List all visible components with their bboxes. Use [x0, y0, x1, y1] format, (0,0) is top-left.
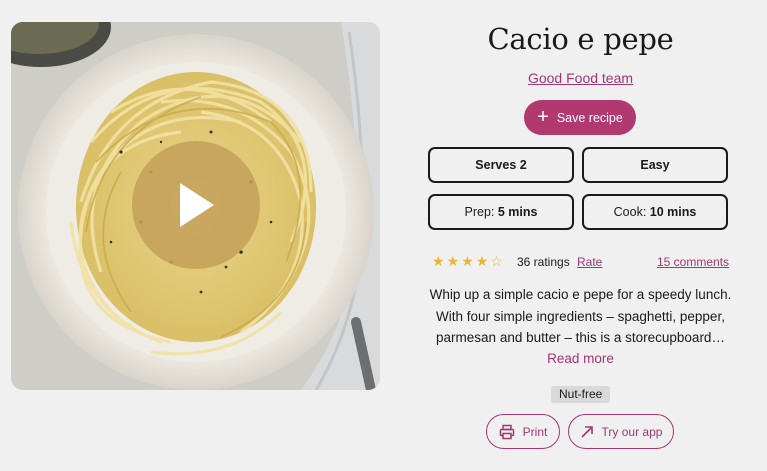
description-line: Whip up a simple cacio e pepe for a spee… [429, 287, 732, 302]
diet-tag: Nut-free [551, 386, 611, 403]
difficulty-box: Easy [582, 147, 728, 183]
try-app-button[interactable]: Try our app [568, 414, 674, 449]
star-icon: ★ [475, 253, 491, 269]
author-link[interactable]: Good Food team [428, 70, 733, 86]
play-icon [180, 183, 214, 227]
ratings-count: 36 ratings [517, 255, 570, 269]
ratings-row: ★★★★☆ 36 ratings Rate 15 comments [432, 253, 733, 271]
read-more-link[interactable]: Read more [428, 351, 733, 366]
save-recipe-label: Save recipe [556, 110, 623, 125]
serves-box: Serves 2 [428, 147, 574, 183]
star-icon: ★ [461, 253, 476, 269]
print-label: Print [522, 424, 548, 439]
star-icon: ★ [432, 253, 447, 269]
cook-time-box: Cook: 10 mins [582, 194, 728, 230]
save-recipe-button[interactable]: + Save recipe [524, 100, 636, 135]
difficulty-text: Easy [640, 158, 670, 172]
rating-stars: ★★★★☆ [432, 253, 505, 270]
cook-value: 10 mins [649, 205, 697, 219]
printer-icon [499, 424, 514, 439]
prep-value: 5 mins [497, 205, 538, 219]
rate-link[interactable]: Rate [577, 255, 602, 269]
recipe-photo[interactable] [11, 22, 380, 390]
print-button[interactable]: Print [486, 414, 560, 449]
star-empty-icon: ☆ [490, 253, 505, 269]
recipe-title: Cacio e pepe [487, 22, 674, 56]
arrow-up-right-icon [580, 425, 593, 438]
comments-link[interactable]: 15 comments [657, 255, 729, 269]
description-line: parmesan and butter – this is a storecup… [436, 330, 725, 345]
play-video-button[interactable] [132, 141, 260, 269]
plus-icon: + [537, 105, 549, 128]
try-app-label: Try our app [601, 424, 663, 439]
serves-text: Serves 2 [475, 158, 527, 172]
star-icon: ★ [446, 253, 462, 269]
prep-time-box: Prep: 5 mins [428, 194, 574, 230]
description-line: With four simple ingredients – spaghetti… [436, 308, 725, 324]
prep-label: Prep: [464, 205, 495, 219]
recipe-description: Whip up a simple cacio e pepe for a spee… [428, 284, 733, 349]
cook-label: Cook: [613, 205, 647, 219]
